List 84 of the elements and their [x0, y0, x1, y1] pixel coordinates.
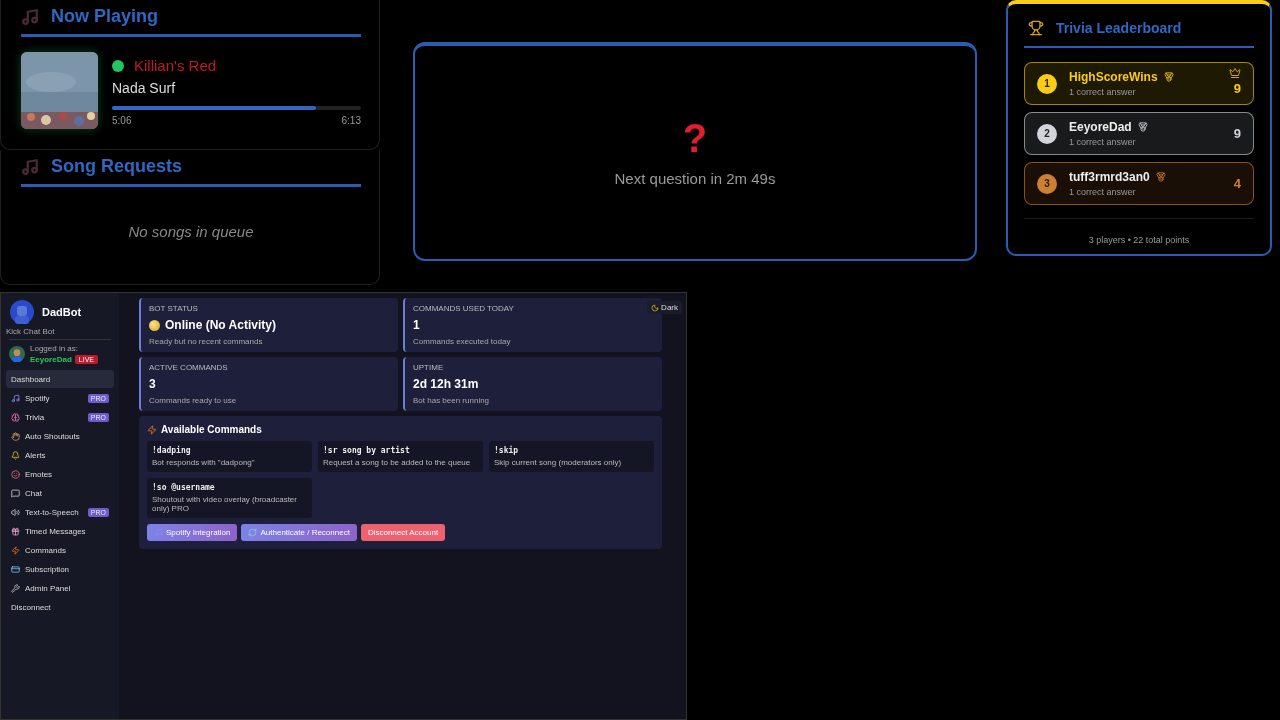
- stat-note: Ready but no recent commands: [149, 337, 263, 346]
- theme-toggle[interactable]: Dark: [647, 301, 682, 314]
- trophy-icon: [1028, 20, 1044, 36]
- stat-note: Bot has been running: [413, 396, 490, 405]
- bot-subtitle: Kick Chat Bot: [6, 327, 56, 336]
- player-score: 9: [1233, 81, 1241, 96]
- player-name: HighScoreWins: [1069, 70, 1158, 84]
- medal-icon: [1137, 122, 1148, 132]
- rank-badge: 3: [1037, 173, 1057, 194]
- panel-title: Trivia Leaderboard: [1056, 20, 1182, 36]
- nav-item[interactable]: Disconnect: [6, 598, 114, 616]
- countdown-text: Next question in 2m 49s: [614, 170, 776, 187]
- gift-icon: [11, 526, 20, 536]
- nav-item[interactable]: Alerts: [6, 446, 114, 464]
- nav-item[interactable]: Dashboard: [6, 370, 114, 388]
- chat-icon: [11, 488, 20, 498]
- stat-label: COMMANDS USED TODAY: [413, 304, 514, 313]
- answer-count: 1 correct answer: [1069, 187, 1137, 197]
- bell-icon: [11, 450, 20, 460]
- speaker-icon: [11, 507, 20, 517]
- stat-note: Commands ready to use: [149, 396, 237, 405]
- action-button[interactable]: Authenticate / Reconnect: [241, 524, 357, 541]
- bolt-icon: [11, 545, 20, 555]
- stat-value: 1: [413, 318, 420, 332]
- command-description: Bot responds with "dadpong": [152, 458, 256, 467]
- nav-item[interactable]: Subscription: [6, 560, 114, 578]
- user-name: EeyoreDad: [30, 355, 72, 364]
- player-name: tuff3rmrd3an0: [1069, 170, 1150, 184]
- stat-note: Commands executed today: [413, 337, 511, 346]
- brain-icon: [11, 412, 20, 422]
- refresh-icon: [248, 528, 258, 537]
- track-title: Killian's Red: [134, 57, 217, 74]
- rank-badge: 1: [1037, 73, 1057, 94]
- artist-name: Nada Surf: [112, 80, 177, 96]
- music-note-icon: [21, 7, 39, 26]
- nav-item[interactable]: Emotes: [6, 465, 114, 483]
- hand-icon: [11, 431, 20, 441]
- moon-icon: [651, 303, 660, 312]
- stat-label: UPTIME: [413, 363, 444, 372]
- command-name: !sr song by artist: [323, 446, 411, 455]
- stat-value: Online (No Activity): [165, 318, 276, 332]
- wrench-icon: [11, 583, 20, 593]
- duration-time: 6:13: [341, 115, 361, 126]
- player-score: 4: [1233, 176, 1241, 191]
- stat-label: BOT STATUS: [149, 304, 198, 313]
- stat-value: 2d 12h 31m: [413, 377, 479, 391]
- smile-icon: [11, 469, 20, 479]
- empty-queue-text: No songs in queue: [128, 223, 254, 240]
- panel-title: Now Playing: [51, 6, 158, 27]
- bot-avatar: [10, 300, 34, 324]
- crown-icon: [1229, 67, 1241, 79]
- stat-value: 3: [149, 377, 156, 391]
- answer-count: 1 correct answer: [1069, 137, 1137, 147]
- nav-item[interactable]: Auto Shoutouts: [6, 427, 114, 445]
- nav-item[interactable]: Chat: [6, 484, 114, 502]
- medal-icon: [1163, 72, 1174, 82]
- rank-badge: 2: [1037, 123, 1057, 144]
- bolt-icon: [147, 424, 157, 435]
- command-description: Shoutout with video overlay (broadcaster only) PRO: [152, 495, 298, 513]
- section-title: Available Commands: [161, 424, 262, 435]
- stat-label: ACTIVE COMMANDS: [149, 363, 228, 372]
- command-name: !skip: [494, 446, 520, 455]
- leaderboard-summary: 3 players • 22 total points: [1088, 235, 1190, 245]
- medal-icon: [1155, 172, 1166, 182]
- logged-in-label: Logged in as:: [30, 344, 80, 353]
- status-dot: [112, 59, 124, 72]
- card-icon: [11, 564, 20, 574]
- panel-title: Song Requests: [51, 156, 183, 177]
- user-avatar: [9, 346, 25, 362]
- player-name: EeyoreDad: [1069, 120, 1132, 134]
- elapsed-time: 5:06: [112, 115, 132, 126]
- question-mark: ?: [682, 118, 708, 158]
- command-name: !so @username: [152, 483, 216, 492]
- bot-name: DadBot: [42, 306, 82, 318]
- action-button[interactable]: Spotify Integration: [147, 524, 238, 541]
- nav-item[interactable]: Commands: [6, 541, 114, 559]
- command-description: Skip current song (moderators only): [494, 458, 623, 467]
- nav-item[interactable]: Admin Panel: [6, 579, 114, 597]
- command-name: !dadping: [152, 446, 192, 455]
- nav-item[interactable]: Timed Messages: [6, 522, 114, 540]
- player-score: 9: [1233, 126, 1241, 141]
- command-description: Request a song to be added to the queue: [323, 458, 472, 467]
- answer-count: 1 correct answer: [1069, 87, 1137, 97]
- music-note-icon: [21, 157, 39, 176]
